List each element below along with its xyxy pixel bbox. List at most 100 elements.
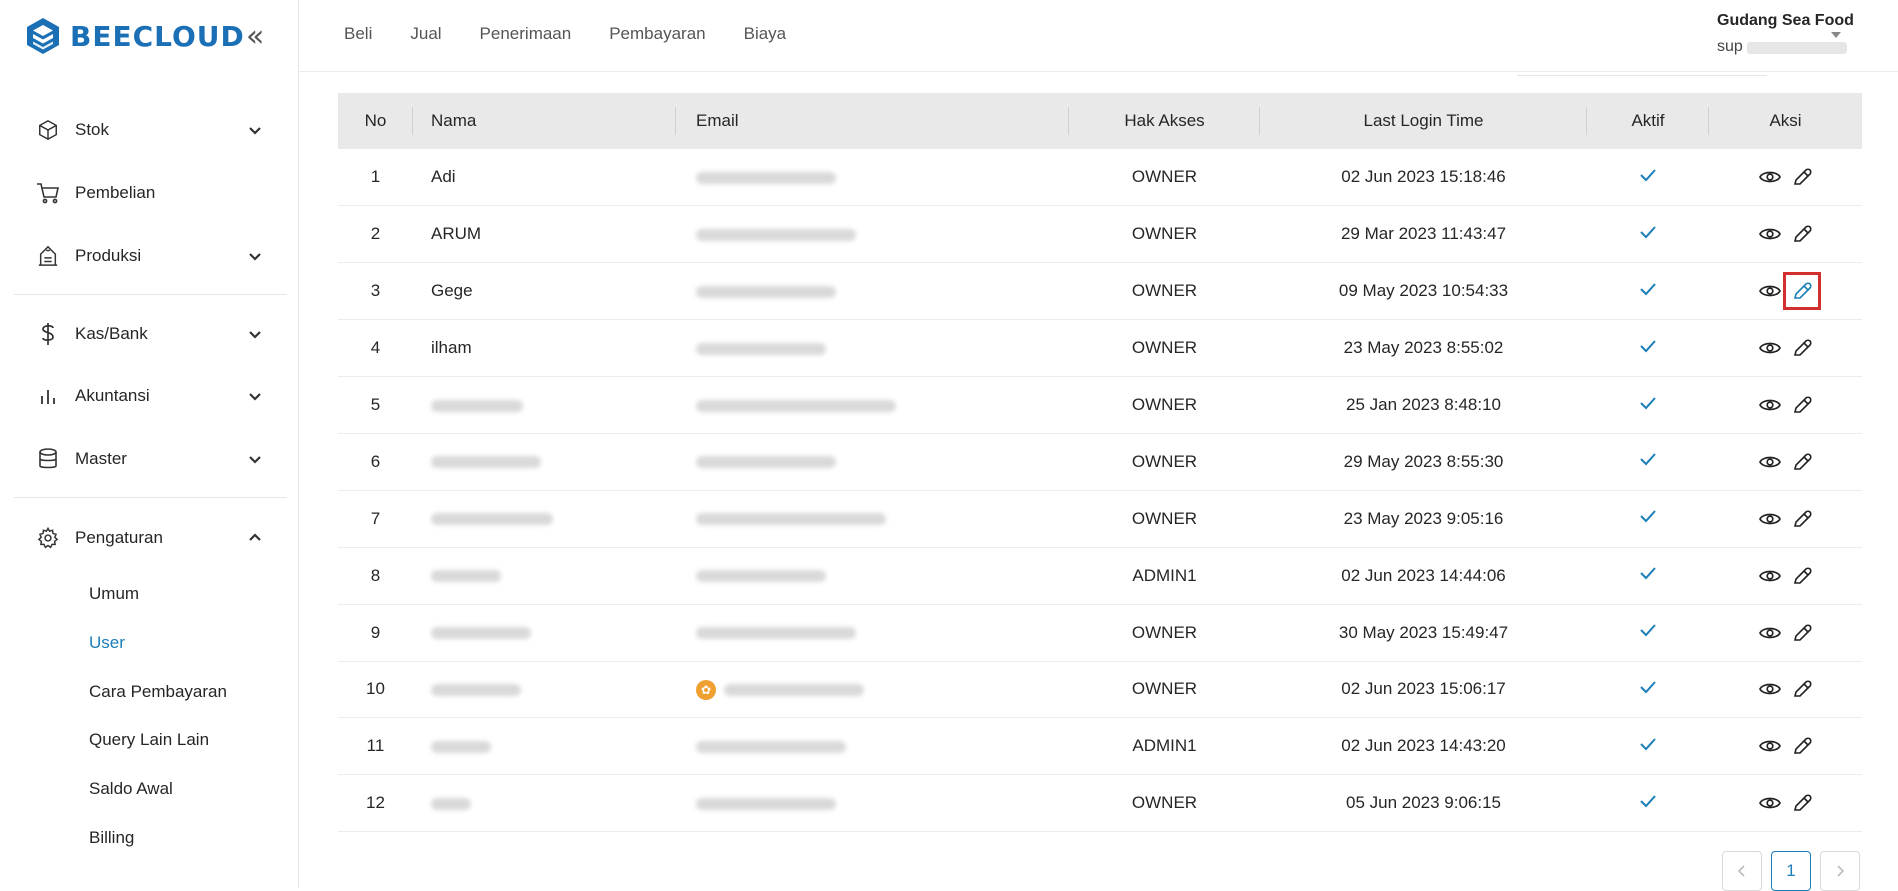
pagination: 1 — [1722, 851, 1860, 891]
cell-hak-akses: ADMIN1 — [1069, 717, 1260, 776]
user-name: ARUM — [431, 224, 482, 244]
cell-nama — [413, 547, 676, 605]
eye-icon[interactable] — [1758, 621, 1782, 645]
eye-icon[interactable] — [1758, 677, 1782, 701]
pencil-icon[interactable] — [1790, 507, 1814, 531]
pencil-icon[interactable] — [1790, 791, 1814, 815]
col-header-no[interactable]: No — [338, 93, 413, 149]
cell-aksi — [1709, 717, 1862, 776]
sidebar-item-produksi[interactable]: Produksi — [0, 236, 298, 276]
cell-aksi — [1709, 149, 1862, 207]
eye-icon[interactable] — [1758, 450, 1782, 474]
bar-chart-icon — [36, 384, 60, 408]
col-header-aktif[interactable]: Aktif — [1587, 93, 1709, 149]
eye-icon[interactable] — [1758, 165, 1782, 189]
nav-beli[interactable]: Beli — [344, 24, 372, 44]
eye-icon[interactable] — [1758, 279, 1782, 303]
eye-icon[interactable] — [1758, 222, 1782, 246]
cell-email — [676, 490, 1069, 548]
table-row: 1 Adi OWNER 02 Jun 2023 15:18:46 — [338, 149, 1862, 207]
submenu-umum[interactable]: Umum — [89, 584, 139, 604]
redacted-email — [1747, 42, 1847, 54]
nav-biaya[interactable]: Biaya — [744, 24, 787, 44]
pencil-icon[interactable] — [1790, 621, 1814, 645]
check-icon — [1640, 567, 1656, 580]
gear-icon — [36, 526, 60, 550]
eye-icon[interactable] — [1758, 791, 1782, 815]
cell-last-login: 02 Jun 2023 15:06:17 — [1260, 661, 1587, 719]
submenu-user[interactable]: User — [89, 633, 125, 653]
database-icon — [36, 447, 60, 471]
cell-aktif — [1587, 774, 1709, 833]
nav-jual[interactable]: Jual — [410, 24, 441, 44]
col-header-last-login[interactable]: Last Login Time — [1260, 93, 1587, 149]
cell-aktif — [1587, 661, 1709, 719]
sidebar-item-akuntansi[interactable]: Akuntansi — [0, 376, 298, 416]
col-header-nama[interactable]: Nama — [413, 93, 676, 149]
table-row: 11 ADMIN1 02 Jun 2023 14:43:20 — [338, 717, 1862, 776]
pencil-icon[interactable] — [1790, 222, 1814, 246]
submenu-saldo-awal[interactable]: Saldo Awal — [89, 779, 173, 799]
cell-aktif — [1587, 547, 1709, 605]
chevron-down-icon — [249, 456, 261, 464]
table-row: 2 ARUM OWNER 29 Mar 2023 11:43:47 — [338, 205, 1862, 264]
brand-logo[interactable]: BEECLOUD — [26, 16, 245, 56]
pencil-icon[interactable] — [1790, 336, 1814, 360]
pencil-icon[interactable] — [1790, 393, 1814, 417]
col-header-email[interactable]: Email — [676, 93, 1069, 149]
eye-icon[interactable] — [1758, 734, 1782, 758]
submenu-billing[interactable]: Billing — [89, 828, 134, 848]
divider — [14, 294, 287, 295]
table-body: 1 Adi OWNER 02 Jun 2023 15:18:46 2 ARUM OWNER 2… — [338, 149, 1862, 833]
eye-icon[interactable] — [1758, 393, 1782, 417]
sidebar-item-pembelian[interactable]: Pembelian — [0, 173, 298, 213]
redacted-email — [696, 456, 836, 469]
cell-email — [676, 433, 1069, 491]
redacted-email — [696, 342, 826, 355]
eye-icon[interactable] — [1758, 564, 1782, 588]
redacted-email — [696, 797, 836, 810]
sidebar-item-pengaturan[interactable]: Pengaturan — [0, 518, 298, 558]
cell-hak-akses: OWNER — [1069, 490, 1260, 548]
col-header-hak-akses[interactable]: Hak Akses — [1069, 93, 1260, 149]
cell-hak-akses: OWNER — [1069, 262, 1260, 321]
prev-page-button[interactable] — [1722, 851, 1762, 891]
cell-no: 4 — [338, 319, 413, 378]
next-page-button[interactable] — [1820, 851, 1860, 891]
pencil-icon[interactable] — [1790, 677, 1814, 701]
sidebar-item-stok[interactable]: Stok — [0, 110, 298, 150]
submenu-cara-pembayaran[interactable]: Cara Pembayaran — [89, 682, 227, 702]
sidebar-item-kas-bank[interactable]: Kas/Bank — [0, 314, 298, 354]
cell-aktif — [1587, 490, 1709, 548]
page-button-current[interactable]: 1 — [1771, 851, 1811, 891]
divider — [14, 497, 287, 498]
pencil-icon[interactable] — [1790, 165, 1814, 189]
cart-icon — [36, 181, 60, 205]
redacted-name — [431, 456, 541, 469]
cell-nama — [413, 604, 676, 662]
sidebar-item-master[interactable]: Master — [0, 439, 298, 479]
user-menu[interactable]: Gudang Sea Food sup — [1717, 12, 1877, 62]
sidebar: BEECLOUD « Stok Pembelian Produksi Kas/B… — [0, 0, 299, 888]
double-chevron-left-icon[interactable]: « — [246, 22, 264, 52]
nav-pembayaran[interactable]: Pembayaran — [609, 24, 705, 44]
eye-icon[interactable] — [1758, 507, 1782, 531]
partial-menu-item — [40, 58, 290, 72]
cell-last-login: 23 May 2023 8:55:02 — [1260, 319, 1587, 378]
caret-down-icon[interactable] — [1831, 32, 1841, 38]
factory-icon — [36, 244, 60, 268]
submenu-query-lain-lain[interactable]: Query Lain Lain — [89, 730, 209, 750]
pencil-icon[interactable] — [1790, 734, 1814, 758]
pencil-icon[interactable] — [1790, 450, 1814, 474]
cell-no: 2 — [338, 205, 413, 264]
star-badge-icon: ✿ — [696, 679, 716, 700]
check-icon — [1640, 510, 1656, 523]
cell-no: 7 — [338, 490, 413, 548]
pencil-icon[interactable] — [1782, 272, 1821, 311]
pencil-icon[interactable] — [1790, 564, 1814, 588]
nav-penerimaan[interactable]: Penerimaan — [480, 24, 572, 44]
eye-icon[interactable] — [1758, 336, 1782, 360]
cell-nama — [413, 774, 676, 833]
cell-no: 6 — [338, 433, 413, 491]
cell-no: 5 — [338, 376, 413, 434]
